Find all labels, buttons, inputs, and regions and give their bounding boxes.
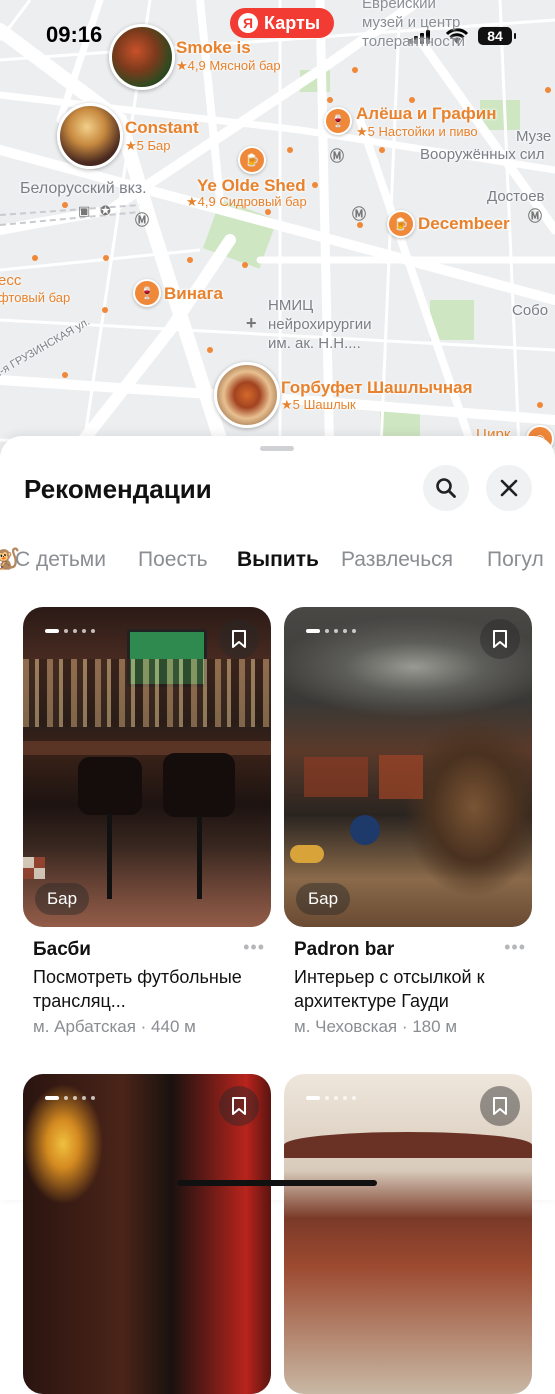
place-metro-distance: м. Арбатская · 440 м <box>33 1017 196 1036</box>
poi-name[interactable]: Ye Olde Shed <box>197 176 306 196</box>
map-label-dostoev: Достоев <box>487 188 545 205</box>
close-icon <box>500 479 518 497</box>
brand-label: Карты <box>264 12 321 33</box>
recommendations-sheet: Рекомендации 🐒 С детьми Поесть Выпить Ра… <box>0 436 555 1394</box>
category-tabs: 🐒 С детьми Поесть Выпить Развлечься Погу… <box>0 546 555 580</box>
metro-icon: Ⓜ <box>330 148 344 164</box>
bookmark-button[interactable] <box>219 619 259 659</box>
map-label-nmic: НМИЦ нейрохирургии им. ак. Н.Н.... <box>268 297 372 352</box>
poi-rating: ★4,9 Сидровый бар <box>186 194 307 209</box>
poi-name[interactable]: Decembeer <box>418 214 510 234</box>
bookmark-button[interactable] <box>219 1086 259 1126</box>
sheet-title: Рекомендации <box>24 474 212 504</box>
poi-rating: ★5 Настойки и пиво <box>356 124 478 139</box>
tab-walk[interactable]: Погул <box>487 548 544 572</box>
status-time: 09:16 <box>46 22 103 47</box>
stool-leg <box>197 815 202 899</box>
category-badge: Бар <box>296 883 351 915</box>
poi-photo-gorbufet[interactable] <box>214 362 280 428</box>
map-label-sobor: Собо <box>512 302 549 319</box>
poi-rating: ★5 Бар <box>125 138 171 153</box>
poi-rating: ★4,9 Мясной бар <box>176 58 281 73</box>
bookmark-icon <box>493 1097 507 1115</box>
search-icon <box>436 478 456 498</box>
metro-icon: Ⓜ <box>135 212 149 228</box>
stool-leg <box>107 813 112 899</box>
close-button[interactable] <box>486 465 532 511</box>
brick-wall <box>379 755 423 799</box>
home-indicator[interactable] <box>177 1180 377 1186</box>
place-description: Интерьер с отсылкой к архитектуре Гауди <box>294 967 485 1011</box>
poi-name[interactable]: Smoke is <box>176 38 251 58</box>
star-icon: ✪ <box>100 203 111 218</box>
poi-name[interactable]: Винага <box>164 284 223 304</box>
fruit-bowl <box>290 845 324 863</box>
bookmark-icon <box>493 630 507 648</box>
poi-photo-constant[interactable] <box>57 103 123 169</box>
bookmark-button[interactable] <box>480 619 520 659</box>
poi-name[interactable]: Constant <box>125 118 199 138</box>
place-photo[interactable]: Бар <box>23 607 271 927</box>
place-title[interactable]: Padron bar <box>294 939 394 961</box>
place-description: Посмотреть футбольные трансляц... <box>33 967 242 1011</box>
maps-brand-badge[interactable]: Я Карты <box>230 8 335 38</box>
more-options-button[interactable]: ••• <box>504 937 526 958</box>
map-label-station: Белорусский вкз. <box>20 180 147 197</box>
poi-pin-icon[interactable]: 🍷 <box>133 279 161 307</box>
place-card[interactable]: Бар Padron bar ••• Интерьер с отсылкой к… <box>284 607 532 1047</box>
bookmark-button[interactable] <box>480 1086 520 1126</box>
bar-counter <box>23 741 271 755</box>
metro-icon: Ⓜ <box>528 208 542 224</box>
poi-name[interactable]: Горбуфет Шашлычная <box>281 378 473 398</box>
photo-pager-dots <box>45 629 95 633</box>
poi-pin-icon[interactable]: 🍺 <box>238 146 266 174</box>
bar-stool <box>163 753 235 817</box>
poi-pin-icon[interactable]: 🍷 <box>324 107 352 135</box>
yandex-logo-icon: Я <box>238 13 258 33</box>
poi-name[interactable]: Алёша и Графин <box>356 104 496 124</box>
map-label-museum-short: Музе <box>516 128 552 145</box>
hospital-icon: + <box>246 313 257 333</box>
battery-indicator: 84 <box>478 27 516 45</box>
bookmark-icon <box>232 1097 246 1115</box>
map-label-museum: Еврейский музей и центр толерантности <box>362 0 466 50</box>
category-badge: Бар <box>35 883 90 915</box>
bookmark-icon <box>232 630 246 648</box>
place-title[interactable]: Басби <box>33 939 91 961</box>
poi-pin-icon[interactable]: 🍺 <box>387 210 415 238</box>
poi-photo-smoke-is[interactable] <box>109 24 175 90</box>
place-card[interactable]: Бар Басби ••• Посмотреть футбольные тран… <box>23 607 271 1047</box>
place-photo[interactable]: Бар <box>284 607 532 927</box>
place-photo[interactable] <box>23 1074 271 1394</box>
bottle-shelf <box>23 659 271 727</box>
poi-name-left: есс <box>0 272 22 289</box>
umbrella <box>284 1132 532 1158</box>
search-button[interactable] <box>423 465 469 511</box>
brick-wall <box>304 757 368 797</box>
photo-pager-dots <box>306 629 356 633</box>
photo-pager-dots <box>45 1096 95 1100</box>
blue-vase <box>350 815 380 845</box>
place-metro-distance: м. Чеховская · 180 м <box>294 1017 458 1036</box>
poi-sub-left: фтовый бар <box>0 290 71 305</box>
tab-drink[interactable]: Выпить <box>237 548 319 572</box>
more-options-button[interactable]: ••• <box>243 937 265 958</box>
photo-pager-dots <box>306 1096 356 1100</box>
bar-stool <box>78 757 142 815</box>
sheet-drag-handle[interactable] <box>260 446 294 451</box>
map-label-armory: Вооружённых сил <box>420 146 545 163</box>
tab-eat[interactable]: Поесть <box>138 548 208 572</box>
map-view[interactable]: 09:16 84 Я Карты Еврейский музей и центр… <box>0 0 555 470</box>
tab-kids[interactable]: С детьми <box>15 548 106 572</box>
poi-rating: ★5 Шашлык <box>281 397 356 412</box>
place-photo[interactable] <box>284 1074 532 1394</box>
metro-icon: Ⓜ <box>352 206 366 222</box>
train-icon: ▣ <box>78 203 91 218</box>
tab-fun[interactable]: Развлечься <box>341 548 453 572</box>
